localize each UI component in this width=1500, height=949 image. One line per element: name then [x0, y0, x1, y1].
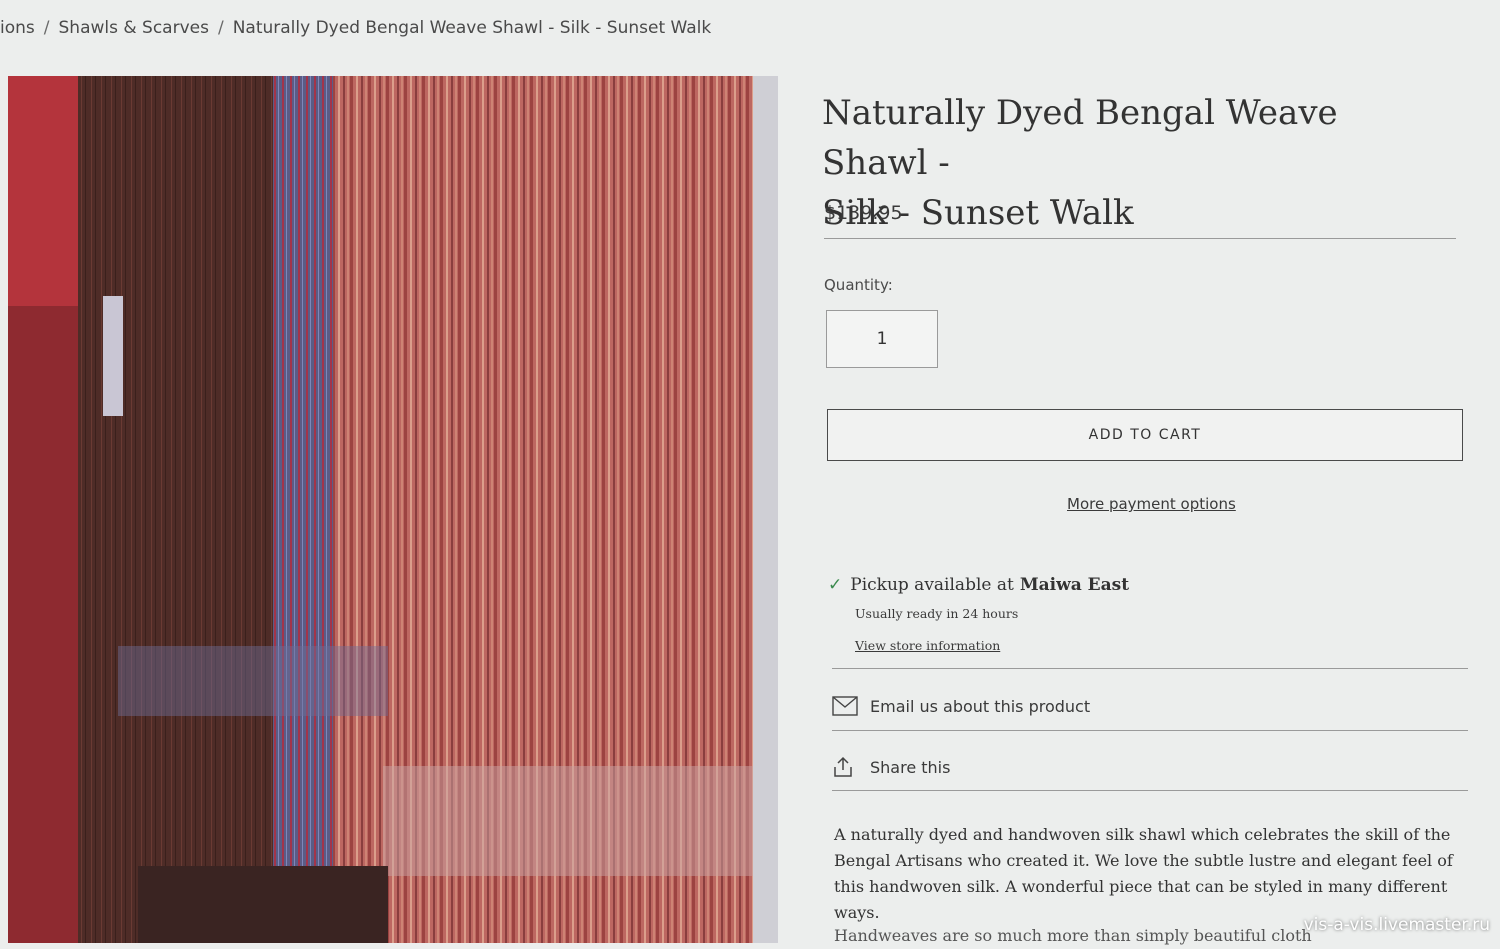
quantity-label: Quantity: [824, 276, 893, 294]
product-price: $139.95 [824, 202, 903, 224]
product-title: Naturally Dyed Bengal Weave Shawl - Silk… [822, 88, 1422, 238]
product-description: A naturally dyed and handwoven silk shaw… [834, 825, 1453, 922]
divider [832, 790, 1468, 791]
breadcrumb-item-current: Naturally Dyed Bengal Weave Shawl - Silk… [232, 18, 712, 38]
product-title-line-2: Silk - Sunset Walk [822, 193, 1134, 233]
divider [832, 730, 1468, 731]
watermark: vis-a-vis.livemaster.ru [1303, 915, 1490, 935]
more-payment-options-link[interactable]: More payment options [1067, 495, 1236, 513]
pickup-text: Pickup available at [850, 575, 1014, 595]
breadcrumb-separator: / [217, 18, 224, 38]
shawl-photo [8, 76, 778, 943]
divider [832, 668, 1468, 669]
share-label: Share this [870, 757, 951, 777]
email-product-label: Email us about this product [870, 696, 1091, 716]
view-store-information-link[interactable]: View store information [855, 638, 1000, 653]
breadcrumb-item-collections[interactable]: ions [0, 18, 35, 38]
email-product-row[interactable]: Email us about this product [832, 695, 1090, 717]
envelope-icon [832, 695, 858, 717]
quantity-input[interactable]: 1 [826, 310, 938, 368]
product-title-line-1: Naturally Dyed Bengal Weave Shawl - [822, 93, 1338, 183]
product-image[interactable] [8, 76, 778, 943]
share-row[interactable]: Share this [832, 756, 950, 778]
check-icon: ✓ [828, 575, 843, 595]
pickup-ready-time: Usually ready in 24 hours [855, 606, 1019, 621]
breadcrumb-item-shawls[interactable]: Shawls & Scarves [59, 18, 209, 38]
pickup-store-name: Maiwa East [1019, 575, 1130, 595]
share-icon [832, 756, 858, 778]
pickup-availability: ✓ Pickup available at Maiwa East [828, 575, 1129, 595]
add-to-cart-button[interactable]: ADD TO CART [827, 409, 1463, 461]
divider [824, 238, 1456, 239]
breadcrumb-separator: / [43, 18, 50, 38]
breadcrumb: ions / Shawls & Scarves / Naturally Dyed Ben… [0, 18, 760, 48]
